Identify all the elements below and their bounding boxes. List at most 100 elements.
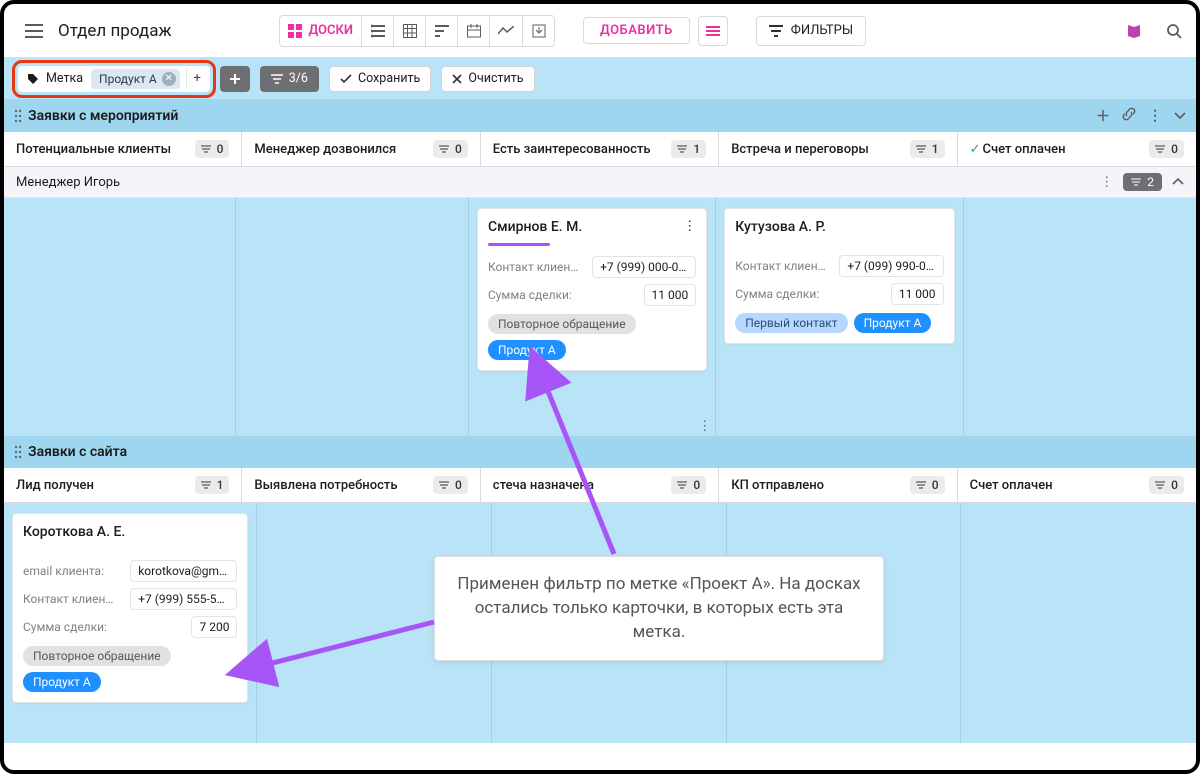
col-title: КП отправлено [731, 478, 824, 493]
col-header: ✓Счет оплачен 0 [958, 132, 1196, 166]
col-title: Есть заинтересованность [493, 142, 651, 157]
deal-card[interactable]: Короткова А. Е. email клиента: korotkova… [12, 513, 248, 703]
col-count: 0 [1149, 476, 1184, 494]
lane-more-icon[interactable]: ⋮ [1100, 175, 1113, 190]
filter-ratio[interactable]: 3/6 [260, 66, 319, 92]
filter-value-chip[interactable]: Продукт A ✕ [91, 69, 180, 89]
drag-handle-icon[interactable] [14, 109, 22, 123]
board-header-1: Заявки с мероприятий ＋ ⋮ [4, 100, 1196, 132]
view-boards-label: ДОСКИ [308, 23, 353, 38]
deal-card[interactable]: Смирнов Е. М. ⋮ Контакт клиен… +7 (999) … [477, 208, 707, 371]
active-filter-chip[interactable]: Метка Продукт A ✕ + [18, 66, 210, 92]
board-link-icon[interactable] [1122, 107, 1136, 125]
field-value[interactable]: 11 000 [891, 283, 944, 305]
field-value[interactable]: +7 (999) 555-55-55 [130, 588, 237, 610]
calendar-icon [467, 24, 481, 38]
lane-collapse-icon[interactable] [1172, 178, 1184, 186]
save-filter-label: Сохранить [358, 71, 420, 86]
tag[interactable]: Продукт А [488, 340, 566, 360]
col-count: 0 [433, 476, 468, 494]
col-title: Счет оплачен [970, 478, 1053, 493]
view-table[interactable] [393, 16, 425, 46]
add-filter-value-icon[interactable]: + [186, 68, 208, 90]
view-chart[interactable] [489, 16, 522, 46]
col-title: стеча назначена [493, 478, 594, 493]
add-filter-button[interactable] [220, 66, 250, 92]
field-value[interactable]: korotkova@gmail.co… [130, 560, 237, 582]
card-title: Смирнов Е. М. [488, 219, 582, 235]
col-count: 0 [433, 140, 468, 158]
lane-count: 2 [1123, 173, 1162, 191]
search-icon[interactable] [1158, 16, 1190, 46]
filter-icon [769, 25, 783, 37]
cell[interactable] [4, 198, 236, 436]
field-value[interactable]: +7 (099) 990-00-00 [839, 255, 943, 277]
tag[interactable]: Первый контакт [735, 313, 847, 333]
col-count: 0 [671, 476, 706, 494]
filters-button[interactable]: ФИЛЬТРЫ [756, 16, 866, 46]
col-count: 1 [195, 476, 230, 494]
boards-icon [288, 24, 302, 38]
lane-title: Менеджер Игорь [16, 175, 120, 190]
filter-value-text: Продукт A [99, 72, 157, 86]
view-export[interactable] [522, 16, 554, 46]
book-icon[interactable] [1118, 16, 1150, 46]
cell[interactable]: Смирнов Е. М. ⋮ Контакт клиен… +7 (999) … [469, 198, 716, 436]
board-more-icon[interactable]: ⋮ [1148, 108, 1162, 124]
field-value[interactable]: +7 (999) 000-00-00 [592, 256, 696, 278]
tag[interactable]: Повторное обращение [23, 646, 171, 666]
col-header: Потенциальные клиенты 0 [4, 132, 242, 166]
cell[interactable] [964, 198, 1196, 436]
view-sort[interactable] [425, 16, 457, 46]
col-title: Потенциальные клиенты [16, 142, 171, 157]
col-header: Счет оплачен 0 [958, 468, 1196, 502]
card-more-icon[interactable]: ⋮ [683, 219, 696, 234]
column-more-icon[interactable]: ⋮ [698, 419, 711, 434]
tag-icon [26, 72, 40, 86]
download-icon [532, 24, 546, 38]
col-title: Менеджер дозвонился [254, 142, 396, 157]
card-title: Короткова А. Е. [23, 524, 125, 540]
col-title: Встреча и переговоры [731, 142, 869, 157]
hamburger-icon[interactable] [18, 16, 50, 46]
filter-ratio-text: 3/6 [289, 71, 308, 86]
col-title: Лид получен [16, 478, 94, 493]
save-filter-button[interactable]: Сохранить [329, 66, 431, 92]
col-header: Выявлена потребность 0 [242, 468, 480, 502]
list-icon [371, 24, 385, 38]
remove-chip-icon[interactable]: ✕ [162, 72, 176, 86]
board-plus-icon[interactable]: ＋ [1096, 106, 1110, 126]
card-title: Кутузова А. Р. [735, 219, 826, 235]
filter-small-icon [271, 74, 283, 84]
cell[interactable] [961, 503, 1196, 743]
cell[interactable] [236, 198, 468, 436]
view-list[interactable] [361, 16, 393, 46]
table-icon [403, 24, 417, 38]
field-value[interactable]: 11 000 [644, 284, 697, 306]
field-value[interactable]: 7 200 [191, 616, 237, 638]
clear-filter-button[interactable]: Очистить [441, 66, 534, 92]
group-button[interactable] [698, 16, 728, 46]
view-calendar[interactable] [457, 16, 489, 46]
col-count: 0 [195, 140, 230, 158]
tag[interactable]: Повторное обращение [488, 314, 636, 334]
drag-handle-icon[interactable] [14, 445, 22, 459]
col-header: Встреча и переговоры 1 [719, 132, 957, 166]
cell[interactable]: Короткова А. Е. email клиента: korotkova… [4, 503, 257, 743]
field-label: Контакт клиен… [735, 259, 825, 273]
tag[interactable]: Продукт А [854, 313, 932, 333]
workspace-title: Отдел продаж [58, 21, 271, 41]
annotation-callout: Применен фильтр по метке «Проект А». На … [434, 556, 884, 661]
board-collapse-icon[interactable] [1174, 108, 1186, 124]
tag[interactable]: Продукт А [23, 672, 101, 692]
add-button[interactable]: ДОБАВИТЬ [583, 17, 690, 44]
cell[interactable]: Кутузова А. Р. Контакт клиен… +7 (099) 9… [716, 198, 963, 436]
view-boards[interactable]: ДОСКИ [280, 16, 361, 46]
col-header: стеча назначена 0 [481, 468, 719, 502]
field-label: Сумма сделки: [735, 287, 819, 301]
col-count: 1 [671, 140, 706, 158]
col-header: Лид получен 1 [4, 468, 242, 502]
deal-card[interactable]: Кутузова А. Р. Контакт клиен… +7 (099) 9… [724, 208, 954, 344]
plus-icon [230, 74, 240, 84]
col-header: Есть заинтересованность 1 [481, 132, 719, 166]
